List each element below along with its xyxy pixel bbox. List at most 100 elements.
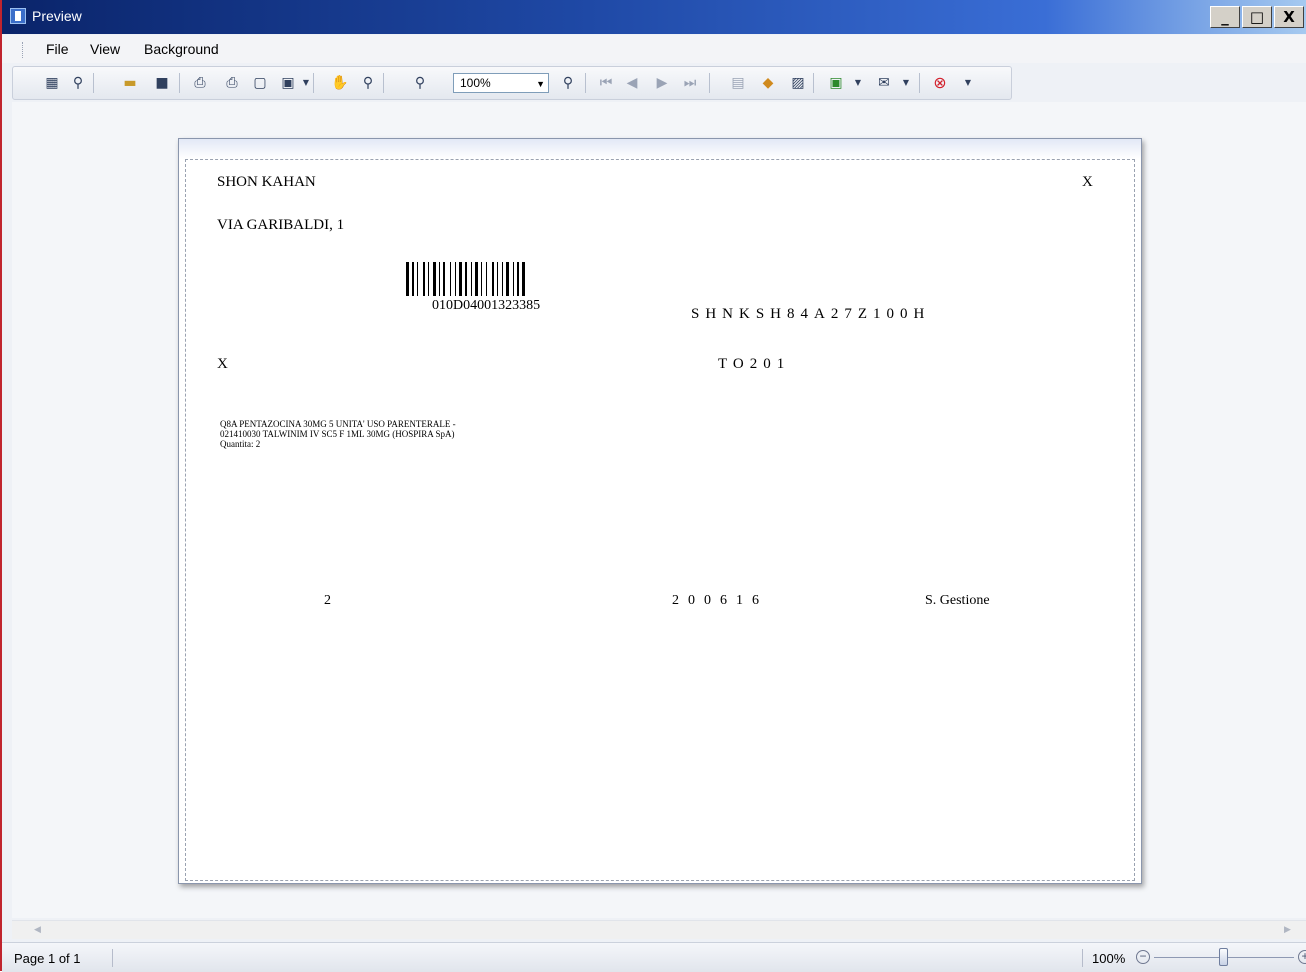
toolbar: ▦ ⚲ ▬ ■ ⎙ ⎙ ▢ ▣ ▼ ✋ ⚲ ⚲ 100% ▼ ⚲ ⏮ ◀ ▶ ⏭… xyxy=(12,66,1012,100)
barcode-bar xyxy=(443,262,445,296)
print-icon[interactable]: ⎙ xyxy=(223,74,241,92)
barcode-bar xyxy=(481,262,482,296)
barcode-bar xyxy=(506,262,509,296)
barcode-bar xyxy=(492,262,494,296)
prescription-date: 200616 xyxy=(672,593,768,608)
barcode-bar xyxy=(439,262,440,296)
minimize-button[interactable]: _ xyxy=(1210,6,1240,28)
zoom-combobox[interactable]: 100% ▼ xyxy=(453,73,549,93)
barcode-bar xyxy=(471,262,472,296)
find-icon[interactable]: ⚲ xyxy=(69,74,87,92)
barcode-bar xyxy=(417,262,418,296)
barcode-bar xyxy=(433,262,436,296)
toolbar-separator xyxy=(585,73,586,93)
zoom-out-icon[interactable]: ⚲ xyxy=(411,74,429,92)
zoom-plus-icon[interactable]: + xyxy=(1298,950,1306,964)
menu-grip xyxy=(22,42,26,58)
save-icon[interactable]: ■ xyxy=(153,74,171,92)
toolbar-separator xyxy=(313,73,314,93)
close-preview-icon[interactable]: ⊗ xyxy=(931,74,949,92)
toolbar-separator xyxy=(919,73,920,93)
first-page-icon[interactable]: ⏮ xyxy=(597,74,615,92)
barcode-bar xyxy=(497,262,498,296)
page-margin-border xyxy=(185,159,1135,881)
barcode-bar xyxy=(406,262,409,296)
barcode-number: 010D04001323385 xyxy=(432,298,541,313)
menu-view[interactable]: View xyxy=(90,41,120,57)
prescription-details: Q8A PENTAZOCINA 30MG 5 UNITA' USO PARENT… xyxy=(220,419,520,449)
page-indicator: Page 1 of 1 xyxy=(14,951,81,966)
barcode-bar xyxy=(522,262,525,296)
horizontal-scrollbar[interactable]: ◀ ▶ xyxy=(12,920,1306,939)
barcode-bar xyxy=(475,262,478,296)
app-icon xyxy=(10,8,26,24)
export-dropdown-icon[interactable]: ▼ xyxy=(849,74,867,92)
email-dropdown-icon[interactable]: ▼ xyxy=(897,74,915,92)
document-page xyxy=(178,138,1142,884)
barcode-bar xyxy=(513,262,514,296)
menu-bar: File View Background xyxy=(2,35,1306,63)
status-separator xyxy=(1082,949,1083,967)
title-bar: Preview _ □ X xyxy=(2,0,1306,34)
barcode-bar xyxy=(428,262,429,296)
email-icon[interactable]: ✉ xyxy=(875,74,893,92)
magnifier-icon[interactable]: ⚲ xyxy=(359,74,377,92)
open-icon[interactable]: ▬ xyxy=(121,74,139,92)
signature-label: S. Gestione xyxy=(925,593,990,608)
barcode-bar xyxy=(486,262,487,296)
prescription-line-3: Quantita: 2 xyxy=(220,439,261,449)
color-icon[interactable]: ◆ xyxy=(759,74,777,92)
zoom-combobox-value: 100% xyxy=(460,76,491,90)
toolbar-separator xyxy=(383,73,384,93)
scroll-right-icon[interactable]: ▶ xyxy=(1284,924,1291,935)
fiscal-code: SHNKSH84A27Z100H xyxy=(691,306,931,322)
patient-name: SHON KAHAN xyxy=(217,174,316,190)
status-separator xyxy=(112,949,113,967)
left-mark: X xyxy=(217,356,228,372)
quick-print-icon[interactable]: ▢ xyxy=(251,74,269,92)
corner-mark: X xyxy=(1082,174,1093,190)
scroll-left-icon[interactable]: ◀ xyxy=(34,924,41,935)
watermark-icon[interactable]: ▨ xyxy=(789,74,807,92)
toolbar-separator xyxy=(93,73,94,93)
barcode-bar xyxy=(465,262,467,296)
next-page-icon[interactable]: ▶ xyxy=(653,74,671,92)
barcode-bar xyxy=(412,262,414,296)
barcode-bar xyxy=(459,262,462,296)
page-header-band xyxy=(179,139,1141,159)
page-setup-icon[interactable]: ▣ xyxy=(279,74,297,92)
preview-window: Preview _ □ X File View Background ▦ ⚲ ▬… xyxy=(0,0,1306,972)
barcode xyxy=(406,262,586,296)
last-page-icon[interactable]: ⏭ xyxy=(681,74,699,92)
barcode-bar xyxy=(517,262,519,296)
area-code: TO201 xyxy=(718,356,791,372)
thumbnails-icon[interactable]: ▦ xyxy=(43,74,61,92)
zoom-minus-icon[interactable]: − xyxy=(1136,950,1150,964)
menu-file[interactable]: File xyxy=(46,41,69,57)
prescription-line-1: Q8A PENTAZOCINA 30MG 5 UNITA' USO PARENT… xyxy=(220,419,456,429)
quantity: 2 xyxy=(324,593,331,608)
chevron-down-icon[interactable]: ▼ xyxy=(536,75,545,93)
zoom-slider-thumb[interactable] xyxy=(1219,948,1228,966)
toolbar-separator xyxy=(179,73,180,93)
print-setup-icon[interactable]: ⎙ xyxy=(191,74,209,92)
close-button[interactable]: X xyxy=(1274,6,1304,28)
multiple-pages-icon[interactable]: ▤ xyxy=(729,74,747,92)
prescription-line-2: 021410030 TALWINIM IV SC5 F 1ML 30MG (HO… xyxy=(220,429,455,439)
menu-background[interactable]: Background xyxy=(144,41,219,57)
toolbar-overflow-icon[interactable]: ▼ xyxy=(959,74,977,92)
prev-page-icon[interactable]: ◀ xyxy=(623,74,641,92)
status-zoom-value: 100% xyxy=(1092,951,1126,966)
maximize-button[interactable]: □ xyxy=(1242,6,1272,28)
window-title: Preview xyxy=(32,8,82,24)
toolbar-separator xyxy=(813,73,814,93)
barcode-bar xyxy=(423,262,425,296)
hand-tool-icon[interactable]: ✋ xyxy=(331,74,349,92)
barcode-bar xyxy=(502,262,503,296)
toolbar-separator xyxy=(709,73,710,93)
export-icon[interactable]: ▣ xyxy=(827,74,845,92)
status-bar: Page 1 of 1 100% − + xyxy=(2,942,1306,972)
barcode-bar xyxy=(450,262,451,296)
patient-address: VIA GARIBALDI, 1 xyxy=(217,217,345,233)
zoom-in-icon[interactable]: ⚲ xyxy=(559,74,577,92)
